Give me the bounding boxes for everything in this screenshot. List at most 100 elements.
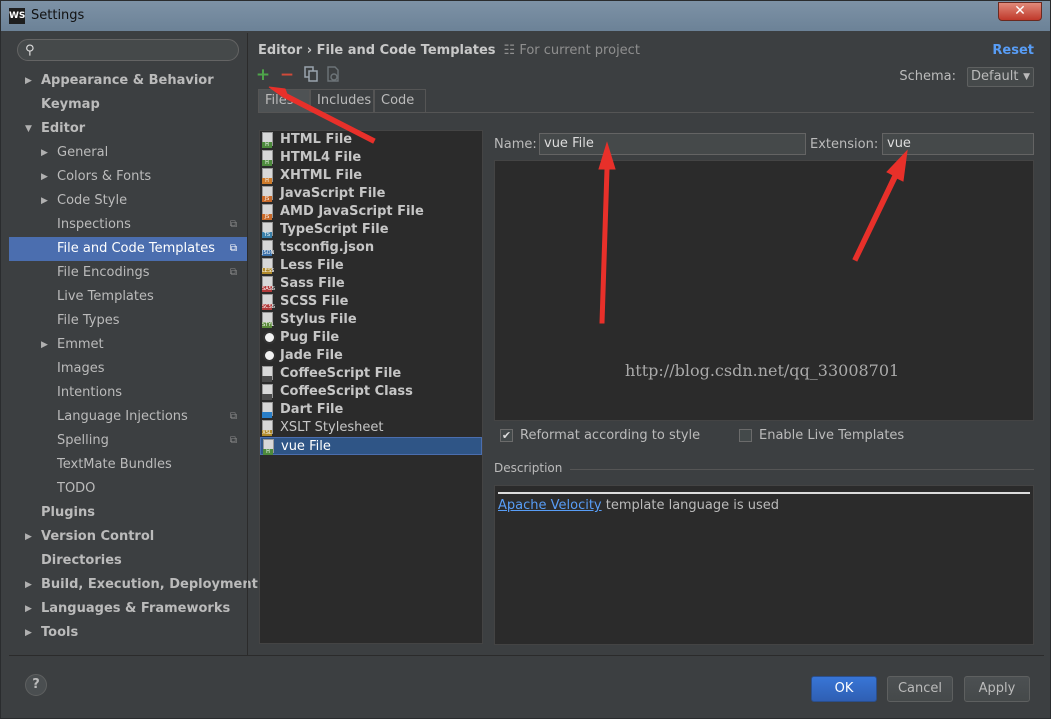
template-list-item[interactable]: XSL XSLT Stylesheet — [260, 419, 482, 437]
template-list-item[interactable]: SASS Sass File — [260, 275, 482, 293]
sidebar-item-label: Languages & Frameworks — [41, 601, 231, 616]
template-name: tsconfig.json — [280, 240, 375, 255]
help-icon[interactable]: ? — [25, 674, 47, 696]
chevron-right-icon[interactable]: ▶ — [25, 69, 32, 93]
sidebar-item-file-encodings[interactable]: File Encodings ⧉ — [9, 261, 247, 285]
chevron-right-icon[interactable]: ▶ — [25, 573, 32, 597]
template-list-item[interactable]: H HTML4 File — [260, 149, 482, 167]
template-list-item[interactable]: STYL Stylus File — [260, 311, 482, 329]
sidebar-item-tools[interactable]: ▶ Tools — [9, 621, 247, 645]
sidebar-item-label: Language Injections — [57, 409, 188, 424]
tab-files[interactable]: Files — [258, 89, 310, 113]
chevron-right-icon[interactable]: ▶ — [25, 525, 32, 549]
sidebar-item-spelling[interactable]: Spelling ⧉ — [9, 429, 247, 453]
sidebar-item-appearance-behavior[interactable]: ▶ Appearance & Behavior — [9, 69, 247, 93]
schema-dropdown[interactable]: Default ▼ — [967, 67, 1034, 87]
sidebar-item-live-templates[interactable]: Live Templates — [9, 285, 247, 309]
add-template-icon[interactable]: + — [254, 66, 272, 84]
sidebar-item-directories[interactable]: Directories — [9, 549, 247, 573]
sidebar-item-intentions[interactable]: Intentions — [9, 381, 247, 405]
file-type-icon: TS — [262, 222, 276, 238]
template-list-item[interactable]: H HTML File — [260, 131, 482, 149]
template-list-item[interactable]: SCSS SCSS File — [260, 293, 482, 311]
template-list-item[interactable]: CoffeeScript File — [260, 365, 482, 383]
sidebar-item-images[interactable]: Images — [9, 357, 247, 381]
file-type-icon — [262, 330, 276, 346]
template-name: JavaScript File — [280, 186, 386, 201]
extension-label: Extension: — [810, 137, 879, 152]
template-list-item[interactable]: JSON tsconfig.json — [260, 239, 482, 257]
sidebar-item-label: Tools — [41, 625, 79, 640]
sidebar-item-inspections[interactable]: Inspections ⧉ — [9, 213, 247, 237]
reset-link[interactable]: Reset — [992, 43, 1034, 58]
remove-template-icon[interactable]: − — [278, 66, 296, 84]
template-list-item[interactable]: JS AMD JavaScript File — [260, 203, 482, 221]
chevron-right-icon[interactable]: ▶ — [41, 141, 48, 165]
sidebar-item-plugins[interactable]: Plugins — [9, 501, 247, 525]
tab-divider — [258, 112, 1034, 113]
chevron-right-icon[interactable]: ▶ — [41, 333, 48, 357]
chevron-right-icon[interactable]: ▶ — [41, 189, 48, 213]
chevron-right-icon[interactable]: ▶ — [25, 597, 32, 621]
project-scope-icon: ☷ — [503, 43, 520, 58]
sidebar-item-version-control[interactable]: ▶ Version Control — [9, 525, 247, 549]
sidebar-item-languages-frameworks[interactable]: ▶ Languages & Frameworks — [9, 597, 247, 621]
file-type-icon: H — [262, 132, 276, 148]
template-name: AMD JavaScript File — [280, 204, 424, 219]
cancel-button[interactable]: Cancel — [887, 676, 953, 702]
breadcrumb-path: Editor › File and Code Templates — [258, 43, 496, 58]
reset-template-icon[interactable] — [324, 66, 342, 84]
sidebar-item-code-style[interactable]: ▶ Code Style — [9, 189, 247, 213]
template-list-item[interactable]: Hvue File — [260, 437, 482, 455]
template-list-item[interactable]: Jade File — [260, 347, 482, 365]
chevron-right-icon[interactable]: ▶ — [41, 165, 48, 189]
description-label: Description — [494, 461, 563, 475]
close-icon[interactable]: ✕ — [998, 2, 1042, 21]
template-list-item[interactable]: Pug File — [260, 329, 482, 347]
file-type-icon: H — [262, 150, 276, 166]
window-title: Settings — [31, 8, 85, 23]
sidebar-item-file-and-code-templates[interactable]: File and Code Templates ⧉ — [9, 237, 247, 261]
sidebar-item-label: Inspections — [57, 217, 131, 232]
sidebar-item-language-injections[interactable]: Language Injections ⧉ — [9, 405, 247, 429]
template-list-item[interactable]: JS JavaScript File — [260, 185, 482, 203]
description-text: Apache Velocity template language is use… — [498, 498, 780, 513]
sidebar-item-textmate-bundles[interactable]: TextMate Bundles — [9, 453, 247, 477]
project-scope-icon: ⧉ — [229, 219, 237, 230]
copy-template-icon[interactable] — [302, 66, 320, 84]
ok-button[interactable]: OK — [811, 676, 877, 702]
tab-code[interactable]: Code — [374, 89, 426, 113]
project-scope-icon: ⧉ — [229, 267, 237, 278]
file-type-icon: JS — [262, 204, 276, 220]
template-list-item[interactable]: TS TypeScript File — [260, 221, 482, 239]
template-list-item[interactable]: Dart File — [260, 401, 482, 419]
sidebar-item-label: Keymap — [41, 97, 100, 112]
sidebar-item-todo[interactable]: TODO — [9, 477, 247, 501]
file-type-icon: STYL — [262, 312, 276, 328]
sidebar-item-file-types[interactable]: File Types — [9, 309, 247, 333]
sidebar-item-colors-fonts[interactable]: ▶ Colors & Fonts — [9, 165, 247, 189]
sidebar-item-general[interactable]: ▶ General — [9, 141, 247, 165]
sidebar-item-label: Emmet — [57, 337, 104, 352]
template-list-item[interactable]: H XHTML File — [260, 167, 482, 185]
file-type-icon: XSL — [262, 420, 276, 436]
template-list-item[interactable]: LESS Less File — [260, 257, 482, 275]
sidebar-item-keymap[interactable]: Keymap — [9, 93, 247, 117]
template-name: Sass File — [280, 276, 345, 291]
sidebar-item-label: File and Code Templates — [57, 241, 215, 256]
extension-input[interactable]: vue — [882, 133, 1034, 155]
sidebar-item-editor[interactable]: ▼ Editor — [9, 117, 247, 141]
template-editor[interactable]: http://blog.csdn.net/qq_33008701 — [494, 160, 1034, 421]
sidebar-item-label: Appearance & Behavior — [41, 73, 214, 88]
apply-button[interactable]: Apply — [964, 676, 1030, 702]
search-icon: ⚲ — [25, 43, 35, 58]
apache-velocity-link[interactable]: Apache Velocity — [498, 498, 602, 513]
template-list-item[interactable]: CoffeeScript Class — [260, 383, 482, 401]
name-input[interactable]: vue File — [539, 133, 806, 155]
sidebar-item-emmet[interactable]: ▶ Emmet — [9, 333, 247, 357]
tab-includes[interactable]: Includes — [310, 89, 374, 113]
search-input[interactable]: ⚲ — [17, 39, 239, 61]
chevron-down-icon[interactable]: ▼ — [25, 117, 32, 141]
chevron-right-icon[interactable]: ▶ — [25, 621, 32, 645]
sidebar-item-build-execution-deployment[interactable]: ▶ Build, Execution, Deployment — [9, 573, 258, 597]
